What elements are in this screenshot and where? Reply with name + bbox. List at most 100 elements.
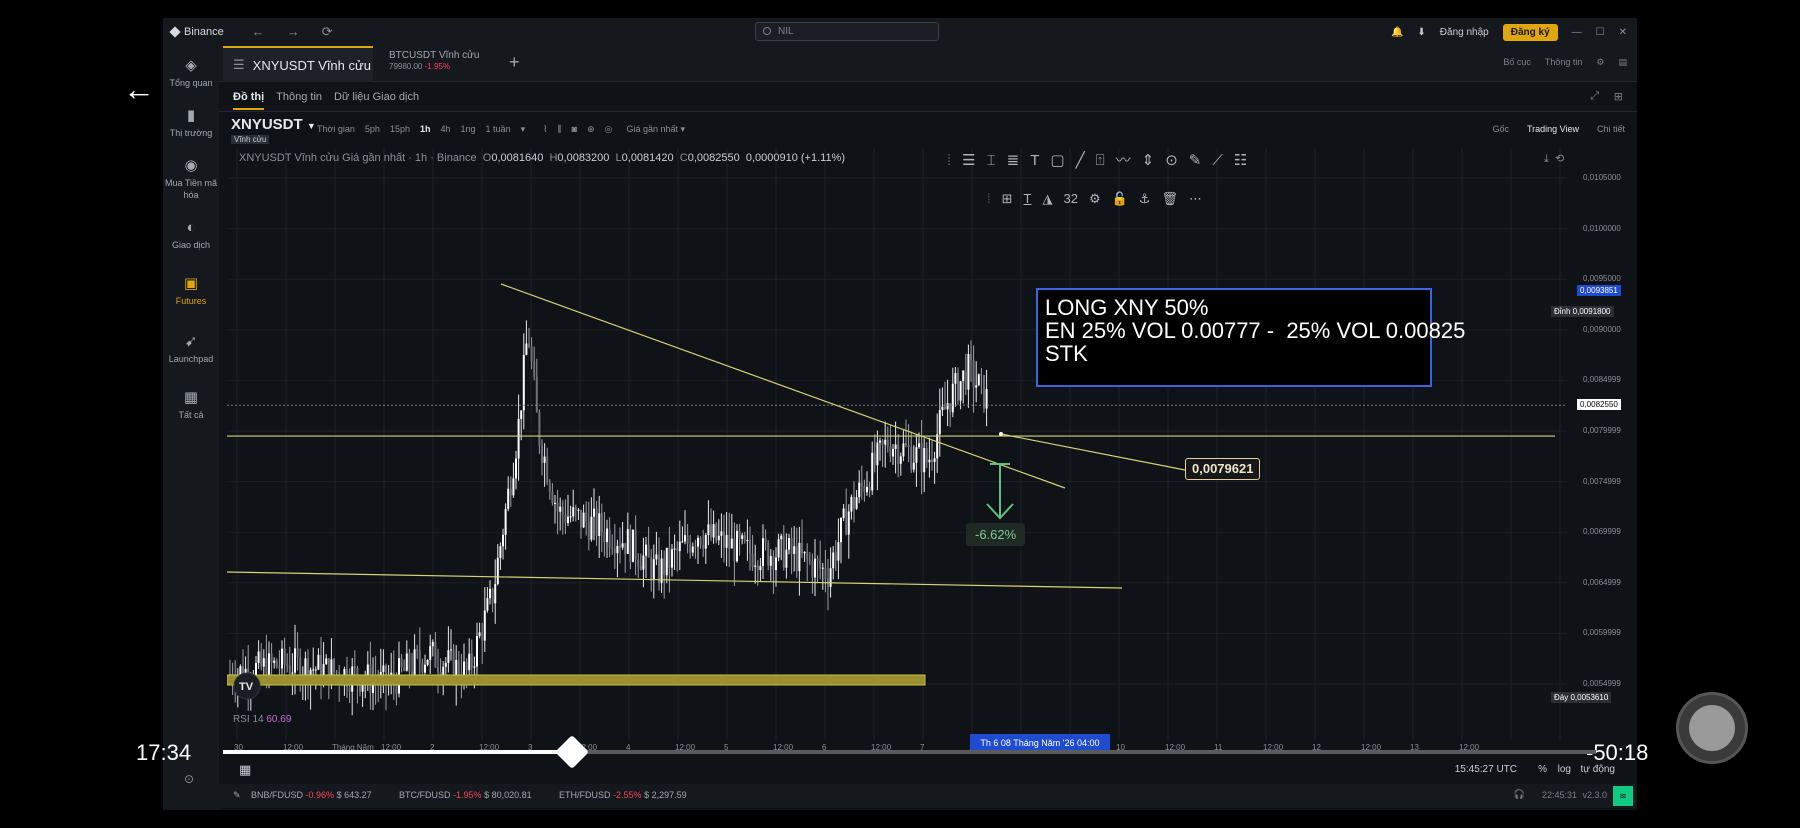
font-size-value[interactable]: 32 — [1063, 188, 1077, 210]
record-button[interactable] — [1676, 692, 1748, 764]
sidebar-item-all[interactable]: ▦ Tất cả — [163, 390, 219, 421]
view-tradingview[interactable]: Trading View — [1527, 124, 1579, 134]
more-icon[interactable]: ⋯ — [1189, 188, 1202, 210]
scroll-down-icon[interactable]: ⤓ — [1544, 153, 1549, 165]
interval-15m[interactable]: 15ph — [390, 124, 410, 135]
camera-icon[interactable]: ◙ — [572, 124, 577, 135]
sidebar-item-futures[interactable]: ▣ Futures — [163, 276, 219, 307]
more-lines-icon[interactable]: ☷ — [1234, 150, 1247, 172]
reload-icon[interactable]: ⟳ — [322, 24, 333, 40]
expand-icon[interactable]: ⤢ — [1590, 90, 1599, 103]
price-range-icon[interactable]: ⇕ — [1142, 150, 1155, 172]
interval-1h[interactable]: 1h — [420, 124, 431, 135]
info-button[interactable]: Thông tin — [1545, 57, 1583, 68]
candle-body — [655, 554, 658, 560]
text-color-icon[interactable]: T — [1024, 188, 1032, 210]
anchor-icon[interactable]: ⚓ — [1139, 188, 1151, 210]
add-tab-button[interactable]: + — [509, 52, 520, 73]
target-icon[interactable]: ◎ — [605, 124, 613, 135]
interval-4h[interactable]: 4h — [441, 124, 451, 135]
gear-icon[interactable]: ⚙ — [1596, 57, 1604, 68]
ticker-item[interactable]: ETH/FDUSD -2.55% $ 2,297.59 — [559, 790, 687, 800]
sidebar-item-overview[interactable]: ◈ Tổng quan — [163, 58, 219, 89]
drag-handle-icon[interactable]: ⁞ — [987, 188, 991, 210]
tab-xnyusdt[interactable]: ☰ XNYUSDT Vĩnh cửu — [223, 46, 373, 82]
sidebar-item-launchpad[interactable]: ➹ Launchpad — [163, 334, 219, 365]
chart-corner-icons: ⤓ ⟲ — [1544, 152, 1564, 166]
ticker-item[interactable]: BNB/FDUSD -0.96% $ 643.27 — [251, 790, 372, 800]
forward-nav-icon[interactable]: → — [287, 24, 300, 40]
candle-type-icon[interactable]: ⫼ — [558, 124, 562, 135]
price-axis-tick: 0,0054999 — [1583, 679, 1621, 688]
log-toggle[interactable]: log — [1558, 764, 1571, 775]
login-button[interactable]: Đăng nhập — [1440, 27, 1489, 38]
tab-trading-data[interactable]: Dữ liệu Giao dịch — [334, 91, 419, 103]
projected-trendline[interactable] — [1000, 433, 1186, 471]
text-icon[interactable]: T — [1030, 150, 1039, 172]
ruler-icon[interactable]: ⟋ — [1212, 150, 1223, 172]
maximize-icon[interactable]: ☐ — [1596, 27, 1605, 38]
settings-icon[interactable]: ⚙ — [1089, 188, 1101, 210]
price-chart[interactable]: TV XNYUSDT Vĩnh cửu Giá gần nhất · 1h · … — [227, 148, 1567, 740]
register-button[interactable]: Đăng ký — [1502, 23, 1558, 41]
support-trendline[interactable] — [227, 571, 1123, 589]
add-alert-icon[interactable]: ⊕ — [587, 124, 595, 135]
price-range-percent[interactable]: -6.62% — [966, 523, 1026, 546]
close-icon[interactable]: ✕ — [1619, 27, 1627, 38]
candle-body — [910, 446, 913, 470]
trend-line-icon[interactable]: ╱ — [1076, 150, 1085, 172]
tab-chart[interactable]: Đồ thị — [233, 91, 265, 110]
brush-icon[interactable]: ✎ — [1189, 150, 1202, 172]
vertical-line-icon[interactable]: ⌶ — [987, 150, 996, 172]
rectangle-icon[interactable]: ▢ — [1050, 150, 1064, 172]
grid-layout-icon[interactable]: ⊞ — [1614, 90, 1623, 103]
candle-body — [962, 370, 965, 382]
ticker-item[interactable]: BTC/FDUSD -1.95% $ 80,020.81 — [399, 790, 532, 800]
settings-round-icon[interactable]: ⊙ — [184, 772, 194, 786]
back-nav-icon[interactable]: ← — [252, 24, 265, 40]
note-icon[interactable]: ⍐ — [1096, 150, 1105, 172]
calendar-icon[interactable]: ▦ — [239, 762, 251, 778]
back-arrow-icon[interactable]: ← — [123, 73, 155, 105]
tab-btcusdt[interactable]: BTCUSDT Vĩnh cửu 79980.00 -1.95% — [389, 50, 479, 72]
view-original[interactable]: Gốc — [1492, 124, 1509, 134]
symbol-selector[interactable]: XNYUSDT ▼ — [231, 116, 316, 133]
layout-button[interactable]: Bố cục — [1503, 57, 1531, 68]
trendline-price-label[interactable]: 0,0079621 — [1185, 458, 1261, 480]
percent-toggle[interactable]: % — [1538, 764, 1547, 775]
tab-info[interactable]: Thông tin — [276, 91, 322, 103]
drag-handle-icon[interactable]: ⁞ — [947, 150, 951, 172]
interval-dropdown-icon[interactable]: ▾ — [521, 124, 526, 135]
fib-icon[interactable]: ≣ — [1007, 150, 1020, 172]
fill-color-icon[interactable]: ◮ — [1042, 188, 1052, 210]
headset-icon[interactable]: 🎧 — [1514, 789, 1525, 800]
sidebar-item-trade[interactable]: ◐ Giao dịch — [163, 220, 219, 251]
indicator-icon[interactable]: ⌇ — [543, 124, 547, 135]
sidebar-item-buy-crypto[interactable]: ◉ Mua Tiền mã hóa — [163, 158, 219, 201]
parallel-channel-icon[interactable]: ☰ — [962, 150, 975, 172]
notes-icon[interactable]: ▤ — [1618, 57, 1627, 68]
trendline-anchor[interactable] — [999, 432, 1003, 436]
sync-icon[interactable]: ⟲ — [1555, 153, 1564, 165]
download-icon[interactable]: ⬇ — [1417, 27, 1425, 38]
trash-icon[interactable]: 🗑 — [1161, 188, 1178, 210]
interval-1d[interactable]: 1ng — [461, 124, 476, 135]
minimize-icon[interactable]: — — [1572, 27, 1582, 38]
interval-5m[interactable]: 5ph — [365, 124, 380, 135]
sidebar-item-market[interactable]: ▮ Thị trường — [163, 108, 219, 139]
template-icon[interactable]: ⊞ — [1002, 188, 1013, 210]
path-icon[interactable]: 〰 — [1116, 150, 1131, 172]
chart-canvas[interactable]: TV — [227, 148, 1567, 740]
demand-zone-rect[interactable] — [227, 674, 926, 686]
annotation-text-box[interactable]: LONG XNY 50% EN 25% VOL 0.00777 - 25% VOL… — [1036, 288, 1465, 387]
bell-icon[interactable]: 🔔 — [1391, 27, 1403, 38]
price-type-select[interactable]: Giá gần nhất ▾ — [627, 124, 686, 135]
descending-trendline[interactable] — [500, 283, 1066, 489]
search-input[interactable]: NIL — [755, 22, 939, 41]
lock-icon[interactable]: 🔓 — [1112, 188, 1128, 210]
view-details[interactable]: Chi tiết — [1597, 124, 1625, 134]
circle-icon[interactable]: ⊙ — [1165, 150, 1178, 172]
wifi-icon: ≋ — [1613, 786, 1633, 806]
interval-1w[interactable]: 1 tuần — [486, 124, 511, 135]
candle-body — [525, 343, 528, 355]
